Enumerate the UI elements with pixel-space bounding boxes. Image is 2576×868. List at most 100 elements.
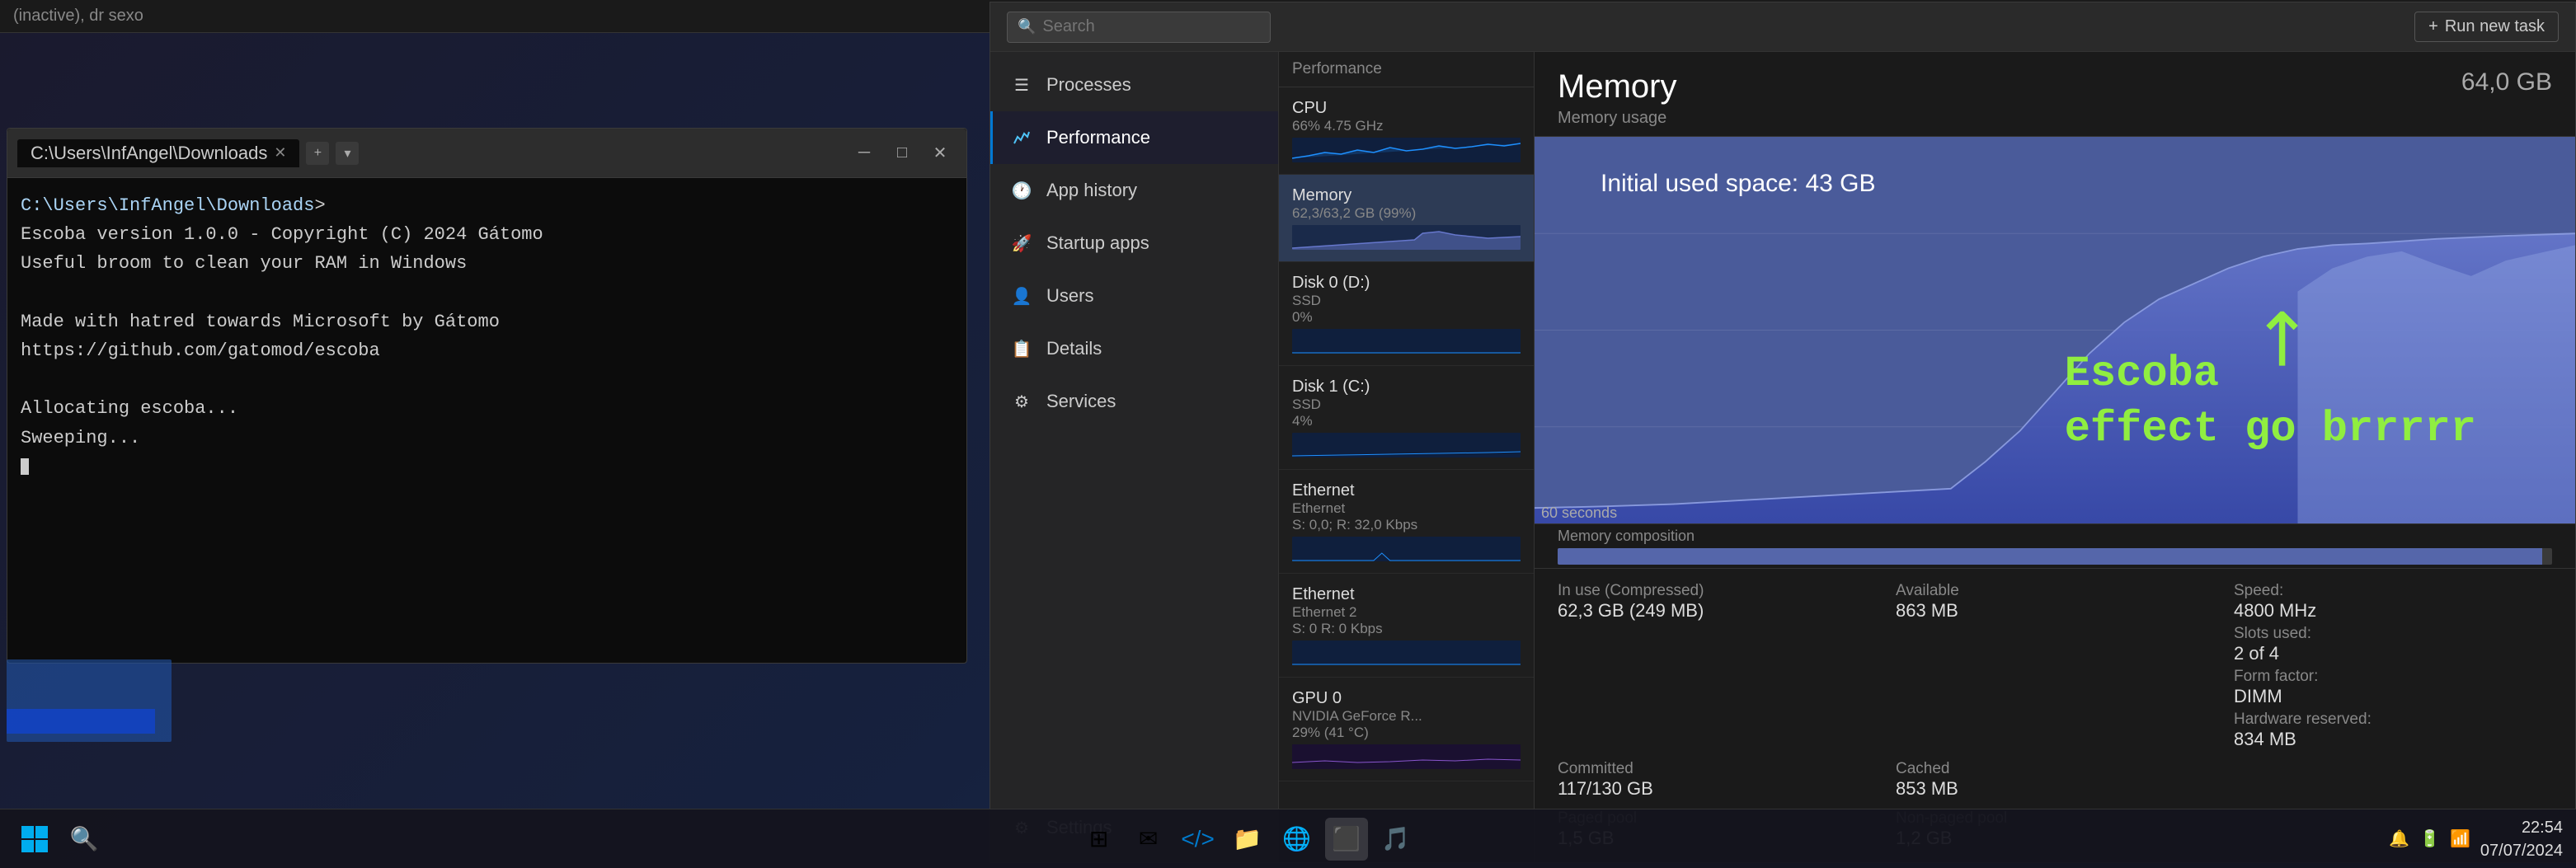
stat-spacer [2234,760,2552,800]
memory-graph-container: Initial used space: 43 GB ↗ Escoba effec… [1535,137,2575,523]
taskbar: 🔍 ⊞ ✉ </> 📁 🌐 ⬛ 🎵 🔔 🔋 📶 22:54 07/07/2024 [0,809,2576,868]
taskbar-right-area: 🔔 🔋 📶 22:54 07/07/2024 [2389,816,2563,862]
taskbar-clock[interactable]: 22:54 07/07/2024 [2480,816,2563,862]
devices-header: Performance [1279,52,1534,87]
terminal-body[interactable]: C:\Users\InfAngel\Downloads> Escoba vers… [7,178,966,663]
terminal-dropdown-button[interactable]: ▾ [336,142,359,165]
escoba-effect-text: Escoba effect go brrrrr [2065,346,2476,457]
run-new-task-button[interactable]: + Run new task [2414,12,2559,42]
terminal-close-button[interactable]: ✕ [924,138,957,168]
sidebar-item-label-services: Services [1046,391,1116,412]
tm-search-box[interactable]: 🔍 [1007,12,1271,43]
terminal-line-8: Allocating escoba... [21,394,953,423]
terminal-controls: ─ □ ✕ [848,138,957,168]
eth1-sub: Ethernet [1292,500,1521,517]
terminal-tab[interactable]: C:\Users\InfAngel\Downloads ✕ [17,139,299,167]
taskbar-icon-terminal[interactable]: ⬛ [1325,818,1368,861]
disk0-type: SSD [1292,293,1521,309]
cpu-usage: 66% 4.75 GHz [1292,118,1521,134]
tm-detail-panel: 64,0 GB Memory Memory usage [1535,52,2575,862]
sidebar-item-details[interactable]: 📋 Details [990,322,1278,375]
terminal-tab-label: C:\Users\InfAngel\Downloads [31,143,267,164]
sidebar-item-processes[interactable]: ☰ Processes [990,59,1278,111]
device-item-memory[interactable]: Memory 62,3/63,2 GB (99%) [1279,175,1534,262]
sidebar-item-app-history[interactable]: 🕐 App history [990,164,1278,217]
taskbar-notification-icon[interactable]: 🔔 [2389,828,2409,849]
gpu0-graph [1292,744,1521,769]
taskmanager-window: 🔍 + Run new task ☰ Processes Performance [990,2,2576,863]
sidebar-item-label-details: Details [1046,338,1102,359]
disk0-graph [1292,329,1521,354]
sidebar-item-label-users: Users [1046,285,1093,307]
taskbar-icon-browser[interactable]: 🌐 [1276,818,1319,861]
terminal-maximize-button[interactable]: □ [886,138,919,168]
memory-usage: 62,3/63,2 GB (99%) [1292,205,1521,222]
gpu0-name: GPU 0 [1292,689,1521,708]
tm-devices-panel: Performance CPU 66% 4.75 GHz Memory 62,3… [1279,52,1535,862]
taskbar-icon-extra[interactable]: 🎵 [1375,818,1417,861]
stat-cached: Cached 853 MB [1896,760,2214,800]
device-item-ethernet2[interactable]: Ethernet Ethernet 2 S: 0 R: 0 Kbps [1279,574,1534,678]
details-icon: 📋 [1010,337,1033,360]
search-icon: 🔍 [1018,18,1036,35]
terminal-titlebar: C:\Users\InfAngel\Downloads ✕ + ▾ ─ □ ✕ [7,129,966,178]
device-item-gpu0[interactable]: GPU 0 NVIDIA GeForce R... 29% (41 °C) [1279,678,1534,781]
start-button[interactable] [13,818,56,861]
processes-icon: ☰ [1010,73,1033,96]
taskbar-icon-mail[interactable]: ✉ [1127,818,1170,861]
detail-subtitle: Memory usage [1558,109,2552,128]
run-new-task-label: Run new task [2445,17,2545,36]
terminal-line-7 [21,365,953,394]
device-item-disk0[interactable]: Disk 0 (D:) SSD 0% [1279,262,1534,366]
terminal-window: C:\Users\InfAngel\Downloads ✕ + ▾ ─ □ ✕ … [7,128,967,664]
terminal-line-5: Made with hatred towards Microsoft by Gá… [21,307,953,336]
disk0-name: Disk 0 (D:) [1292,274,1521,293]
taskbar-icon-code[interactable]: </> [1177,818,1220,861]
memory-composition: Memory composition [1535,523,2575,568]
disk1-name: Disk 1 (C:) [1292,378,1521,396]
detail-title: Memory [1558,68,2552,106]
terminal-line-3: Useful broom to clean your RAM in Window… [21,249,953,278]
memory-comp-bar [1558,548,2552,565]
tm-main-content: ☰ Processes Performance 🕐 App history 🚀 … [990,52,2575,862]
vscode-icon: </> [1181,826,1214,852]
disk1-graph [1292,433,1521,457]
disk1-type: SSD [1292,396,1521,413]
sidebar-item-performance[interactable]: Performance [990,111,1278,164]
terminal-line-2: Escoba version 1.0.0 - Copyright (C) 202… [21,220,953,249]
eth1-graph [1292,537,1521,561]
stat-speed: Speed: 4800 MHz Slots used: 2 of 4 Form … [2234,582,2552,750]
taskbar-icon-grid[interactable]: ⊞ [1078,818,1121,861]
sidebar-item-startup-apps[interactable]: 🚀 Startup apps [990,217,1278,270]
device-item-cpu[interactable]: CPU 66% 4.75 GHz [1279,87,1534,175]
taskbar-wifi-icon: 📶 [2450,828,2470,849]
terminal-path: C:\Users\InfAngel\Downloads [21,195,314,216]
terminal-line-6: https://github.com/gatomod/escoba [21,336,953,365]
cpu-graph [1292,138,1521,162]
run-new-task-icon: + [2428,17,2438,36]
device-item-disk1[interactable]: Disk 1 (C:) SSD 4% [1279,366,1534,470]
terminal-cursor [21,458,29,475]
eth2-sub: Ethernet 2 [1292,604,1521,621]
search-taskbar-item[interactable]: 🔍 [63,818,106,861]
sidebar-item-services[interactable]: ⚙ Services [990,375,1278,428]
stat-in-use: In use (Compressed) 62,3 GB (249 MB) [1558,582,1876,750]
taskbar-icon-file-manager[interactable]: 📁 [1226,818,1269,861]
search-input[interactable] [1042,17,1260,36]
startup-icon: 🚀 [1010,232,1033,255]
sidebar-item-users[interactable]: 👤 Users [990,270,1278,322]
tm-nav: ☰ Processes Performance 🕐 App history 🚀 … [990,52,1279,862]
graph-time-label: 60 seconds [1541,504,1617,522]
eth2-name: Ethernet [1292,585,1521,604]
terminal-tab-close-icon[interactable]: ✕ [274,144,286,162]
terminal-add-tab-button[interactable]: + [306,142,329,165]
device-item-ethernet1[interactable]: Ethernet Ethernet S: 0,0; R: 32,0 Kbps [1279,470,1534,574]
terminal-line-1: C:\Users\InfAngel\Downloads> [21,191,953,220]
memory-name: Memory [1292,186,1521,205]
windows-logo-icon [20,824,49,854]
stat-available: Available 863 MB [1896,582,2214,750]
taskbar-battery-icon: 🔋 [2419,828,2440,849]
terminal-minimize-button[interactable]: ─ [848,138,881,168]
detail-total: 64,0 GB [2461,68,2552,96]
tm-topbar: 🔍 + Run new task [990,2,2575,52]
